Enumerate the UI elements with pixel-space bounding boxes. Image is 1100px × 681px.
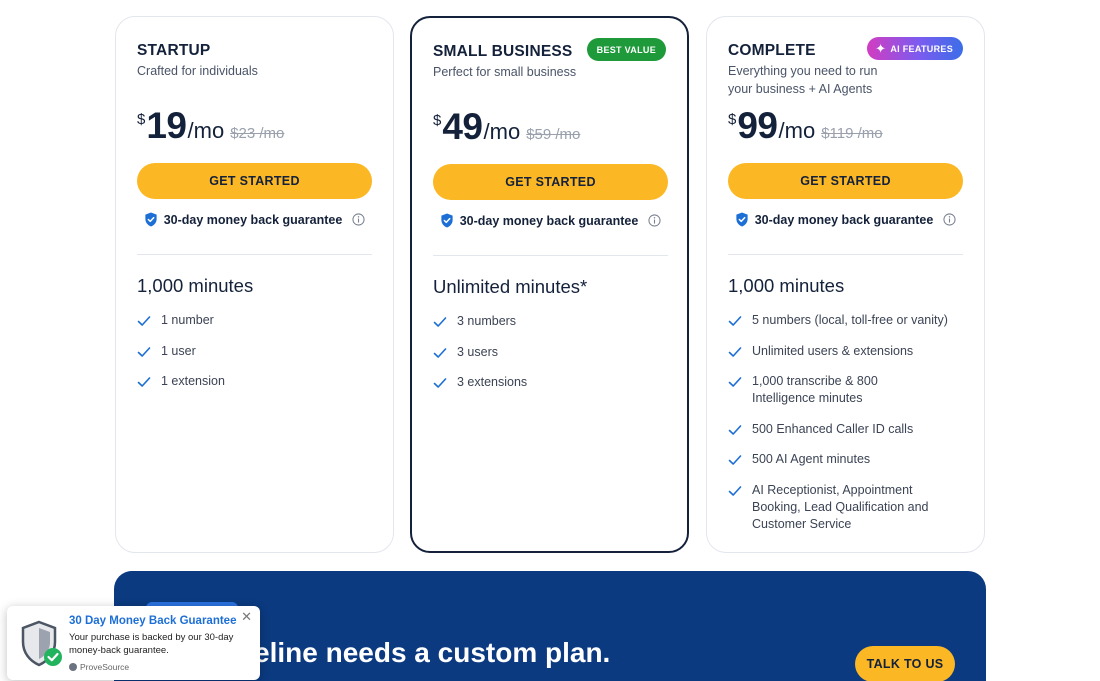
feature-text: 1 number [161,313,214,327]
list-item: 500 Enhanced Caller ID calls [728,421,968,438]
check-icon [433,317,447,327]
plan-price: $ 49 /mo $59 /mo [433,106,580,148]
plan-subtitle: Crafted for individuals [137,64,258,78]
list-item: 1,000 transcribe & 800 Intelligence minu… [728,373,908,407]
list-item: AI Receptionist, Appointment Booking, Le… [728,482,943,533]
price-amount: 49 [442,106,483,147]
price-period: /mo [483,119,521,144]
money-back-guarantee: 30-day money back guarantee [728,212,963,227]
list-item: 3 users [433,344,673,361]
check-icon [728,377,742,387]
check-icon [728,316,742,326]
shield-check-icon [441,213,453,228]
feature-text: AI Receptionist, Appointment Booking, Le… [752,482,929,531]
toast-title: 30 Day Money Back Guarantee [69,615,237,627]
source-label: ProveSource [80,662,130,672]
check-icon [728,485,742,496]
check-icon [137,316,151,326]
feature-text: 500 Enhanced Caller ID calls [752,421,914,436]
shield-check-icon [145,212,157,227]
check-icon [728,424,742,435]
list-item: 1 extension [137,373,377,390]
plan-minutes: 1,000 minutes [728,275,845,296]
feature-text: 500 AI Agent minutes [752,452,871,466]
price-period: /mo [187,118,225,143]
plan-card-startup: STARTUP Crafted for individuals $ 19 /mo… [115,16,394,553]
info-icon[interactable] [943,213,956,226]
banner-heading: eline needs a custom plan. [254,637,611,668]
check-icon [433,378,447,388]
money-back-guarantee: 30-day money back guarantee [137,212,372,227]
old-price: $23 /mo [230,125,285,142]
divider [433,255,668,256]
check-icon [137,346,151,357]
feature-text: 3 numbers [457,314,517,328]
feature-list: 3 numbers 3 users 3 extensions [433,313,673,405]
list-item: 5 numbers (local, toll-free or vanity) [728,312,968,329]
currency-symbol: $ [137,111,146,128]
price-amount: 19 [146,105,187,146]
plan-minutes: 1,000 minutes [137,275,254,296]
feature-text: 1 user [161,343,196,358]
feature-list: 1 number 1 user 1 extension [137,312,377,404]
info-icon[interactable] [352,213,365,226]
toast-body: Your purchase is backed by our 30-day mo… [69,632,234,656]
shield-check-icon [736,212,748,227]
ai-features-badge: ✦ AI FEATURES [867,37,963,60]
plan-subtitle: Everything you need to run your business… [728,64,878,96]
plan-card-small-business: SMALL BUSINESS Perfect for small busines… [410,16,689,553]
feature-text: 1 extension [161,374,225,388]
get-started-button[interactable]: GET STARTED [137,163,372,199]
plan-name: STARTUP [137,42,211,59]
get-started-button[interactable]: GET STARTED [433,164,668,200]
plan-name: COMPLETE [728,42,816,59]
shield-badge-icon [21,620,62,667]
price-period: /mo [778,118,816,143]
plan-price: $ 19 /mo $23 /mo [137,105,284,147]
divider [137,254,372,255]
check-icon [137,377,151,387]
old-price: $119 /mo [821,125,883,142]
plan-name: SMALL BUSINESS [433,43,573,60]
guarantee-toast[interactable]: 30 Day Money Back Guarantee Your purchas… [7,606,260,680]
check-icon [728,455,742,465]
guarantee-label: 30-day money back guarantee [754,212,934,227]
list-item: 3 numbers [433,313,673,330]
list-item: 1 user [137,343,377,360]
list-item: 500 AI Agent minutes [728,451,968,468]
verified-icon [69,663,77,671]
talk-to-us-button[interactable]: TALK TO US [855,646,955,681]
currency-symbol: $ [728,111,737,128]
toast-source: ProveSource [69,662,129,672]
plan-card-complete: COMPLETE Everything you need to run your… [706,16,985,553]
sparkle-icon: ✦ [875,40,887,56]
list-item: 1 number [137,312,377,329]
feature-text: 3 extensions [457,375,528,389]
currency-symbol: $ [433,112,442,129]
price-amount: 99 [737,105,778,146]
guarantee-label: 30-day money back guarantee [459,213,639,228]
old-price: $59 /mo [526,126,581,143]
plan-subtitle: Perfect for small business [433,65,577,79]
guarantee-label: 30-day money back guarantee [163,212,343,227]
feature-list: 5 numbers (local, toll-free or vanity) U… [728,312,968,546]
badge-label: AI FEATURES [890,43,953,54]
divider [728,254,963,255]
money-back-guarantee: 30-day money back guarantee [433,213,668,228]
feature-text: 5 numbers (local, toll-free or vanity) [752,313,948,327]
feature-text: 3 users [457,344,498,359]
plan-price: $ 99 /mo $119 /mo [728,105,883,147]
check-icon [728,346,742,357]
best-value-badge: BEST VALUE [586,38,666,61]
feature-text: 1,000 transcribe & 800 Intelligence minu… [752,374,878,405]
close-icon[interactable]: ✕ [241,609,252,625]
plan-minutes: Unlimited minutes* [433,276,588,297]
list-item: 3 extensions [433,374,673,391]
info-icon[interactable] [648,214,661,227]
feature-text: Unlimited users & extensions [752,343,914,358]
list-item: Unlimited users & extensions [728,343,968,360]
check-icon [433,347,447,358]
get-started-button[interactable]: GET STARTED [728,163,963,199]
